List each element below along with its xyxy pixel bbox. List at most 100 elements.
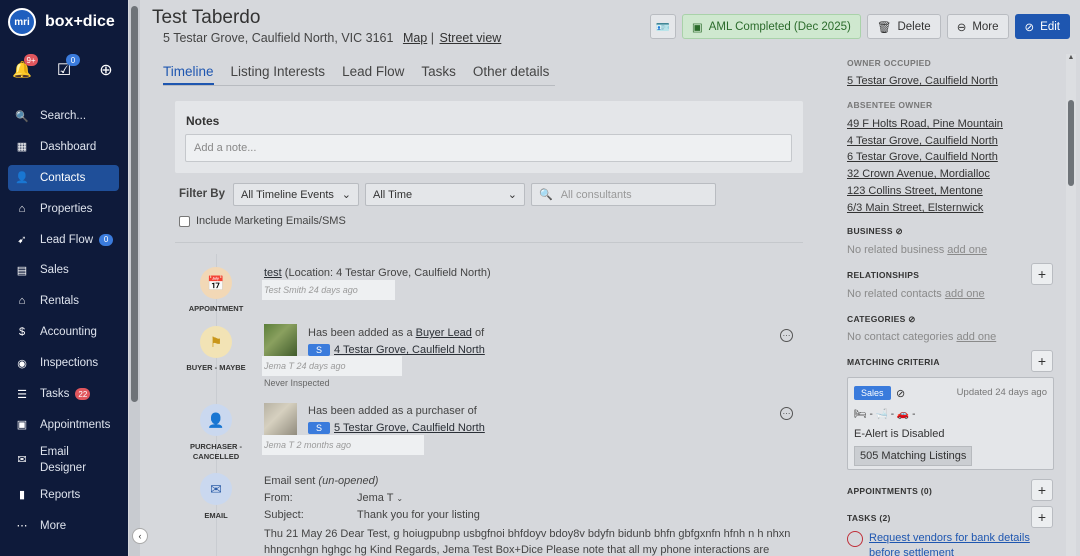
notifications-bell-icon[interactable]: 🔔 9+ xyxy=(12,54,38,80)
absentee-owner-link[interactable]: 123 Collins Street, Mentone xyxy=(847,185,983,197)
more-button[interactable]: ⊖ More xyxy=(946,14,1009,39)
checkbox-box[interactable] xyxy=(179,215,190,227)
absentee-owner-link[interactable]: 4 Testar Grove, Caulfield North xyxy=(847,135,998,147)
sidebar-scrollbar[interactable] xyxy=(129,0,140,556)
criteria-features: 🛏 - 🛁 - 🚗 - xyxy=(854,409,916,420)
sidebar-item-reports[interactable]: ▮ Reports xyxy=(8,482,119,508)
right-panel-scrollbar[interactable] xyxy=(1066,54,1076,556)
sidebar-item-inspections[interactable]: ◉ Inspections xyxy=(8,350,119,376)
map-link[interactable]: Map xyxy=(403,31,427,45)
task-link[interactable]: Request vendors for bank details before … xyxy=(869,531,1044,556)
search-icon: 🔍 xyxy=(539,189,553,201)
relationships-empty-text: No related contacts xyxy=(847,288,942,300)
email-subject: Thank you for your listing xyxy=(357,509,480,521)
property-address-link[interactable]: 5 Testar Grove, Caulfield North xyxy=(334,422,485,434)
tabs-divider xyxy=(163,85,555,86)
task-check-icon[interactable]: ☑ 0 xyxy=(54,54,80,80)
chevron-down-icon[interactable]: ⌄ xyxy=(396,494,403,503)
criteria-updated: Updated 24 days ago xyxy=(956,387,1047,398)
scrollbar-thumb[interactable] xyxy=(1068,100,1074,186)
business-heading-text: BUSINESS xyxy=(847,226,893,236)
app-logo[interactable]: mri box+dice xyxy=(8,8,115,36)
sidebar-item-label: Rentals xyxy=(40,295,79,308)
timeline-events-select[interactable]: All Timeline Events ⌄ xyxy=(233,183,359,206)
edit-circle-icon[interactable]: ⊘ xyxy=(908,314,915,324)
scrollbar-thumb[interactable] xyxy=(131,6,138,402)
add-appointment-button[interactable]: + xyxy=(1031,479,1053,501)
absentee-owner-link[interactable]: 49 F Holts Road, Pine Mountain xyxy=(847,118,1003,130)
timeline-meta: Test Smith 24 days ago xyxy=(262,280,395,300)
sales-badge: Sales xyxy=(854,386,891,400)
add-task-button[interactable]: + xyxy=(1031,506,1053,528)
aml-status-button[interactable]: ▣ AML Completed (Dec 2025) xyxy=(681,14,861,39)
events-value: All Timeline Events xyxy=(241,188,334,201)
matching-criteria-card[interactable]: Sales ⊘ Updated 24 days ago 🛏 - 🛁 - 🚗 - … xyxy=(847,377,1054,470)
sidebar-item-label: Lead Flow xyxy=(40,233,94,246)
entry-more-icon[interactable]: ⋯ xyxy=(780,329,793,342)
sidebar-item-search[interactable]: 🔍 Search... xyxy=(8,103,119,129)
sidebar-item-more[interactable]: ⋯ More xyxy=(8,513,119,539)
task-complete-checkbox[interactable] xyxy=(847,531,863,547)
add-category-link[interactable]: add one xyxy=(956,331,996,343)
add-plus-icon[interactable]: ⊕ xyxy=(96,60,116,80)
add-relationship-link[interactable]: add one xyxy=(945,288,985,300)
sidebar-item-email-designer[interactable]: ✉ Email Designer xyxy=(8,443,119,477)
id-card-button[interactable]: 🪪 xyxy=(649,14,676,39)
buyer-lead-link[interactable]: Buyer Lead xyxy=(416,327,472,339)
tab-timeline[interactable]: Timeline xyxy=(163,64,214,85)
tab-lead-flow[interactable]: Lead Flow xyxy=(342,64,404,85)
sidebar-item-label: Inspections xyxy=(40,357,99,370)
collapse-sidebar-icon[interactable]: ‹ xyxy=(132,528,148,544)
absentee-owner-link[interactable]: 32 Crown Avenue, Mordialloc xyxy=(847,168,990,180)
absentee-owner-link[interactable]: 6/3 Main Street, Elsternwick xyxy=(847,202,983,214)
sidebar-item-appointments[interactable]: ▣ Appointments xyxy=(8,412,119,438)
email-designer-icon: ✉ xyxy=(17,454,27,467)
add-business-link[interactable]: add one xyxy=(947,244,987,256)
time-range-select[interactable]: All Time ⌄ xyxy=(365,183,525,206)
sidebar-item-accounting[interactable]: $ Accounting xyxy=(8,319,119,345)
street-view-link[interactable]: Street view xyxy=(439,31,501,45)
tasks-heading: TASKS (2) xyxy=(847,513,891,523)
appointment-link[interactable]: test xyxy=(264,267,282,279)
absentee-owner-link[interactable]: 6 Testar Grove, Caulfield North xyxy=(847,151,998,163)
add-criteria-button[interactable]: + xyxy=(1031,350,1053,372)
property-address-link[interactable]: 4 Testar Grove, Caulfield North xyxy=(334,344,485,356)
edit-button[interactable]: ⊘ Edit xyxy=(1014,14,1070,39)
flag-question-icon: ⚑ xyxy=(200,326,232,358)
sidebar-item-properties[interactable]: ⌂ Properties xyxy=(8,196,119,222)
edit-circle-icon[interactable]: ⊘ xyxy=(896,226,903,236)
accounting-icon: $ xyxy=(18,326,26,339)
appointments-heading: APPOINTMENTS (0) xyxy=(847,486,933,496)
categories-empty-text: No contact categories xyxy=(847,331,954,343)
relationships-empty: No related contacts add one xyxy=(847,288,985,300)
edit-circle-icon[interactable]: ⊘ xyxy=(896,387,905,400)
sidebar-item-sales[interactable]: ▤ Sales xyxy=(8,257,119,283)
sidebar-item-tasks[interactable]: ☰ Tasks 22 xyxy=(8,381,119,407)
scroll-up-icon[interactable]: ▲ xyxy=(1066,54,1076,61)
matching-listings-button[interactable]: 505 Matching Listings xyxy=(854,446,973,466)
inspections-icon: ◉ xyxy=(17,357,27,370)
entry-more-icon[interactable]: ⋯ xyxy=(780,407,793,420)
add-note-input[interactable]: Add a note... xyxy=(185,134,792,162)
property-thumbnail[interactable] xyxy=(264,324,297,357)
consultants-search[interactable]: 🔍 All consultants xyxy=(531,183,716,206)
sidebar-item-lead-flow[interactable]: ➹ Lead Flow 0 xyxy=(8,227,119,253)
property-thumbnail[interactable] xyxy=(264,403,297,436)
sidebar-item-dashboard[interactable]: ▦ Dashboard xyxy=(8,134,119,160)
include-marketing-checkbox[interactable]: Include Marketing Emails/SMS xyxy=(179,215,346,227)
tab-listing-interests[interactable]: Listing Interests xyxy=(231,64,326,85)
sidebar-item-label: Email Designer xyxy=(40,445,87,474)
task-item: Request vendors for bank details before … xyxy=(847,531,1044,556)
more-label: More xyxy=(972,20,999,33)
sidebar-item-rentals[interactable]: ⌂ Rentals xyxy=(8,288,119,314)
delete-label: Delete xyxy=(897,20,931,33)
tab-other-details[interactable]: Other details xyxy=(473,64,550,85)
aml-check-icon: ▣ xyxy=(691,21,703,34)
email-from: Jema T xyxy=(357,492,394,504)
header-actions: 🪪 ▣ AML Completed (Dec 2025) 🗑 Delete ⊖ Mor… xyxy=(649,14,1070,39)
sidebar-item-contacts[interactable]: 👤 Contacts xyxy=(8,164,119,191)
tab-tasks[interactable]: Tasks xyxy=(421,64,456,85)
delete-button[interactable]: 🗑 Delete xyxy=(866,14,941,39)
owner-occupied-link[interactable]: 5 Testar Grove, Caulfield North xyxy=(847,75,998,87)
add-relationship-button[interactable]: + xyxy=(1031,263,1053,285)
